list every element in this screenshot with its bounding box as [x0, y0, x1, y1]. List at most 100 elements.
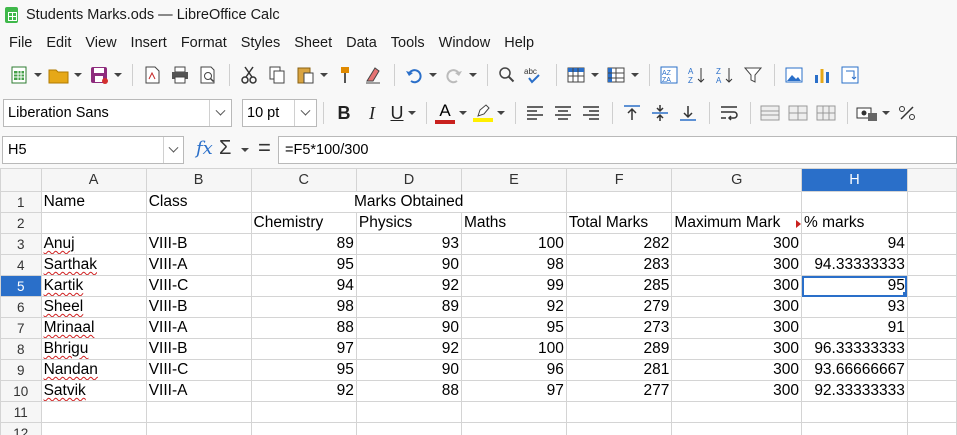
cell-c11[interactable]: [250, 401, 357, 423]
cell-c4[interactable]: 95: [250, 254, 357, 276]
cell-b8[interactable]: VIII-B: [145, 338, 252, 360]
cell-d10[interactable]: 88: [355, 380, 462, 402]
cell-h11[interactable]: [801, 401, 908, 423]
menu-sheet[interactable]: Sheet: [287, 35, 339, 51]
merge-cells-button[interactable]: [785, 100, 811, 126]
cell-i12[interactable]: [906, 422, 957, 435]
cell-d4[interactable]: 90: [355, 254, 462, 276]
cell-c7[interactable]: 88: [250, 317, 357, 339]
number-format-button[interactable]: [854, 100, 880, 126]
row-header-6[interactable]: 6: [0, 296, 42, 318]
cut-button[interactable]: [236, 62, 262, 88]
align-bottom-button[interactable]: [675, 100, 701, 126]
menu-edit[interactable]: Edit: [39, 35, 78, 51]
cell-c1-marks-obtained[interactable]: Marks Obtained: [250, 191, 567, 213]
align-left-button[interactable]: [522, 100, 548, 126]
cell-a7[interactable]: Mrinaal: [40, 317, 147, 339]
cell-g9[interactable]: 300: [671, 359, 803, 381]
save-dropdown-arrow[interactable]: [114, 62, 122, 88]
cell-i4[interactable]: [906, 254, 957, 276]
cell-d11[interactable]: [355, 401, 462, 423]
cell-d2[interactable]: Physics: [355, 212, 462, 234]
cell-a3[interactable]: Anuj: [40, 233, 147, 255]
find-replace-button[interactable]: [494, 62, 520, 88]
cell-c8[interactable]: 97: [250, 338, 357, 360]
name-box[interactable]: H5: [2, 136, 184, 164]
cell-d9[interactable]: 90: [355, 359, 462, 381]
menu-window[interactable]: Window: [432, 35, 498, 51]
cell-h5[interactable]: 95: [801, 275, 908, 297]
row-header-9[interactable]: 9: [0, 359, 42, 381]
row-header-2[interactable]: 2: [0, 212, 42, 234]
cell-f4[interactable]: 283: [565, 254, 673, 276]
column-header-a[interactable]: A: [40, 168, 147, 192]
percent-format-button[interactable]: [894, 100, 920, 126]
cell-d12[interactable]: [355, 422, 462, 435]
column-dropdown-arrow[interactable]: [631, 62, 639, 88]
cell-c12[interactable]: [250, 422, 357, 435]
bold-button[interactable]: B: [330, 99, 358, 127]
cell-b1[interactable]: Class: [145, 191, 252, 213]
cell-b7[interactable]: VIII-A: [145, 317, 252, 339]
underline-dropdown-arrow[interactable]: [408, 100, 416, 126]
italic-button[interactable]: I: [358, 99, 386, 127]
cell-i6[interactable]: [906, 296, 957, 318]
cell-b5[interactable]: VIII-C: [145, 275, 252, 297]
unmerge-cells-button[interactable]: [813, 100, 839, 126]
formula-button[interactable]: =: [258, 135, 271, 161]
cell-g10[interactable]: 300: [671, 380, 803, 402]
cell-g11[interactable]: [671, 401, 803, 423]
select-all-corner[interactable]: [0, 168, 42, 192]
column-header-i[interactable]: [906, 168, 957, 192]
center-vertically-button[interactable]: [647, 100, 673, 126]
undo-button[interactable]: [401, 62, 427, 88]
cell-a11[interactable]: [40, 401, 147, 423]
align-center-button[interactable]: [550, 100, 576, 126]
font-size-combo[interactable]: 10 pt: [242, 99, 317, 127]
cell-g12[interactable]: [671, 422, 803, 435]
cell-a6[interactable]: Sheel: [40, 296, 147, 318]
cell-f3[interactable]: 282: [565, 233, 673, 255]
insert-image-button[interactable]: [781, 62, 807, 88]
font-size-dropdown[interactable]: [294, 100, 316, 126]
cell-g5[interactable]: 300: [671, 275, 803, 297]
cell-e11[interactable]: [460, 401, 567, 423]
highlight-color-button[interactable]: [471, 100, 495, 126]
cell-a9[interactable]: Nandan: [40, 359, 147, 381]
open-dropdown-arrow[interactable]: [74, 62, 82, 88]
align-top-button[interactable]: [619, 100, 645, 126]
clone-formatting-button[interactable]: [332, 62, 358, 88]
spreadsheet-grid[interactable]: A B C D E F G H 1 Name Class Marks Obtai…: [0, 168, 957, 435]
row-header-12[interactable]: 12: [0, 422, 42, 435]
row-header-11[interactable]: 11: [0, 401, 42, 423]
row-header-3[interactable]: 3: [0, 233, 42, 255]
cell-c5[interactable]: 94: [250, 275, 357, 297]
menu-format[interactable]: Format: [174, 35, 234, 51]
cell-e6[interactable]: 92: [460, 296, 567, 318]
sheet-table[interactable]: A B C D E F G H 1 Name Class Marks Obtai…: [0, 168, 957, 435]
cell-i5[interactable]: [906, 275, 957, 297]
cell-f10[interactable]: 277: [565, 380, 673, 402]
column-header-h[interactable]: H: [801, 168, 908, 192]
name-box-value[interactable]: H5: [3, 142, 163, 158]
cell-f7[interactable]: 273: [565, 317, 673, 339]
cell-g8[interactable]: 300: [671, 338, 803, 360]
menu-data[interactable]: Data: [339, 35, 384, 51]
sum-button[interactable]: Σ: [219, 137, 231, 160]
cell-c10[interactable]: 92: [250, 380, 357, 402]
font-size-value[interactable]: 10 pt: [243, 105, 294, 121]
name-box-dropdown[interactable]: [163, 137, 183, 163]
cell-b4[interactable]: VIII-A: [145, 254, 252, 276]
cell-b3[interactable]: VIII-B: [145, 233, 252, 255]
cell-e10[interactable]: 97: [460, 380, 567, 402]
print-button[interactable]: [167, 62, 193, 88]
wrap-text-button[interactable]: [716, 100, 742, 126]
paste-button[interactable]: [292, 62, 318, 88]
cell-e12[interactable]: [460, 422, 567, 435]
cell-g6[interactable]: 300: [671, 296, 803, 318]
font-name-combo[interactable]: Liberation Sans: [3, 99, 232, 127]
column-header-d[interactable]: D: [355, 168, 462, 192]
font-color-button[interactable]: A: [433, 100, 457, 126]
sum-dropdown-arrow[interactable]: [241, 137, 249, 163]
column-header-g[interactable]: G: [671, 168, 803, 192]
